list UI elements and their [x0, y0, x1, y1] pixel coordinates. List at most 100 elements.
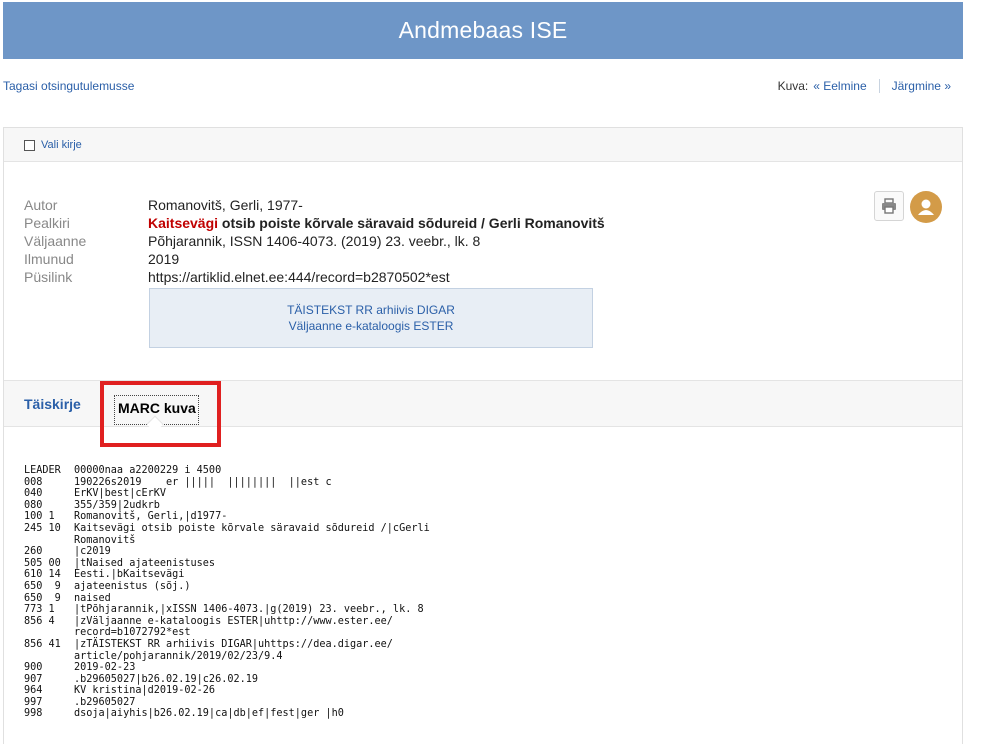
ester-catalog-link[interactable]: Väljaanne e-kataloogis ESTER [289, 318, 454, 334]
marc-value: article/pohjarannik/2019/02/23/9.4 [74, 650, 283, 662]
printer-icon[interactable] [874, 191, 904, 221]
marc-tag: 997 [24, 696, 43, 708]
marc-field: 998 dsoja|aiyhis|b26.02.19|ca|db|ef|fest|… [24, 708, 430, 720]
record-panel: Vali kirje Autor Romanovitš, Gerli, 1977… [3, 127, 963, 744]
marc-tag: 964 [24, 685, 43, 697]
fulltext-digar-link[interactable]: TÄISTEKST RR arhiivis DIGAR [287, 302, 455, 318]
marc-tag: 610 14 [24, 569, 61, 581]
view-tabs: Täiskirje MARC kuva [4, 380, 962, 447]
permalink-link[interactable]: https://artiklid.elnet.ee:444/record=b28… [148, 269, 450, 285]
marc-field: 080 355/359|2udkrb [24, 500, 430, 512]
author-row: Autor Romanovitš, Gerli, 1977- [24, 196, 605, 214]
marc-value: |tPõhjarannik,|xISSN 1406-4073.|g(2019) … [74, 604, 424, 616]
marc-tag [24, 651, 74, 663]
marc-value: ErKV|best|cErKV [74, 488, 167, 500]
select-record-checkbox[interactable] [24, 140, 35, 151]
marc-field: 505 00 |tNaised ajateenistuses [24, 558, 430, 570]
previous-link[interactable]: « Eelmine [813, 79, 866, 93]
marc-value: Romanovitš, Gerli,|d1977- [74, 511, 228, 523]
marc-tag: 245 10 [24, 522, 61, 534]
author-link[interactable]: Romanovitš, Gerli, 1977- [148, 197, 303, 213]
marc-value: |zVäljaanne e-kataloogis ESTER|uhttp://w… [74, 615, 393, 627]
external-links-box: TÄISTEKST RR arhiivis DIGAR Väljaanne e-… [149, 288, 593, 348]
title-rest: otsib poiste kõrvale säravaid sõdureid /… [218, 215, 605, 231]
marc-value: dsoja|aiyhis|b26.02.19|ca|db|ef|fest|ger… [74, 708, 344, 720]
record-title: Kaitsevägi otsib poiste kõrvale säravaid… [148, 215, 605, 231]
permalink-row: Püsilink https://artiklid.elnet.ee:444/r… [24, 268, 605, 286]
marc-tag: 773 1 [24, 604, 55, 616]
marc-tag: 907 [24, 673, 43, 685]
marc-field: 773 1 |tPõhjarannik,|xISSN 1406-4073.|g(2… [24, 604, 430, 616]
published-label: Ilmunud [24, 251, 74, 267]
author-label: Autor [24, 197, 58, 213]
marc-tag [24, 627, 74, 639]
marc-field: Romanovitš [24, 535, 430, 547]
marc-value: 355/359|2udkrb [74, 499, 160, 511]
marc-field: 964 KV kristina|d2019-02-26 [24, 685, 430, 697]
marc-record: LEADER 00000naa a2200229 i 4500 008 190226s… [24, 465, 430, 720]
marc-value: |c2019 [74, 546, 111, 558]
marc-field: 040 ErKV|best|cErKV [24, 488, 430, 500]
header-banner: Andmebaas ISE [3, 2, 963, 59]
source-link[interactable]: Põhjarannik, ISSN 1406-4073. (2019) 23. … [148, 233, 480, 249]
marc-field: 997 .b29605027 [24, 697, 430, 709]
marc-field: 907 .b29605027|b26.02.19|c26.02.19 [24, 674, 430, 686]
title-label: Pealkiri [24, 215, 70, 231]
record-pager: Kuva: « Eelmine Järgmine » [778, 79, 951, 93]
marc-value: 190226s2019 er ||||| |||||||| ||est c [74, 476, 332, 488]
marc-tag: 900 [24, 662, 43, 674]
marc-value: Kaitsevägi otsib poiste kõrvale säravaid… [74, 522, 430, 534]
page-title: Andmebaas ISE [398, 17, 568, 43]
marc-tag: 040 [24, 488, 43, 500]
marc-value: .b29605027 [74, 696, 136, 708]
published-row: Ilmunud 2019 [24, 250, 605, 268]
marc-field: 856 41 |zTÄISTEKST RR arhiivis DIGAR|uhtt… [24, 639, 430, 651]
marc-tag: 856 4 [24, 615, 55, 627]
marc-value: ajateenistus (sõj.) [74, 580, 191, 592]
tab-full-record[interactable]: Täiskirje [24, 396, 81, 412]
marc-tag: 856 41 [24, 638, 61, 650]
marc-tag: 100 1 [24, 511, 55, 523]
title-highlight: Kaitsevägi [148, 215, 219, 231]
published-value: 2019 [148, 251, 180, 267]
user-icon[interactable] [910, 191, 942, 223]
marc-field: record=b1072792*est [24, 627, 430, 639]
marc-value: Eesti.|bKaitsevägi [74, 569, 185, 581]
select-record-label[interactable]: Vali kirje [41, 139, 82, 151]
marc-value: record=b1072792*est [74, 627, 191, 639]
record-details: Autor Romanovitš, Gerli, 1977- Pealkiri … [24, 196, 605, 286]
marc-field: 008 190226s2019 er ||||| |||||||| ||est c [24, 477, 430, 489]
select-bar: Vali kirje [4, 128, 962, 162]
marc-tag: 260 [24, 546, 43, 558]
marc-tag: 998 [24, 708, 43, 720]
marc-field: LEADER 00000naa a2200229 i 4500 [24, 465, 430, 477]
pager-label: Kuva: [777, 79, 809, 93]
next-link[interactable]: Järgmine » [892, 79, 951, 93]
marc-value: 00000naa a2200229 i 4500 [74, 465, 222, 476]
marc-field: 245 10 Kaitsevägi otsib poiste kõrvale sä… [24, 523, 430, 535]
marc-field: 900 2019-02-23 [24, 662, 430, 674]
marc-value: |tNaised ajateenistuses [74, 557, 216, 569]
marc-field: 260 |c2019 [24, 546, 430, 558]
marc-field: 610 14 Eesti.|bKaitsevägi [24, 569, 430, 581]
marc-tag: 650 9 [24, 592, 61, 604]
marc-tag [24, 535, 74, 547]
marc-value: KV kristina|d2019-02-26 [74, 685, 216, 697]
marc-tag: 008 [24, 476, 43, 488]
marc-value: |zTÄISTEKST RR arhiivis DIGAR|uhttps://d… [74, 638, 393, 650]
back-to-results-link[interactable]: Tagasi otsingutulemusse [3, 79, 134, 93]
marc-tag: 505 00 [24, 557, 61, 569]
marc-value: naised [74, 592, 111, 604]
marc-field: 650 9 ajateenistus (sõj.) [24, 581, 430, 593]
marc-tag: LEADER [24, 465, 61, 476]
marc-tag: 650 9 [24, 580, 61, 592]
title-row: Pealkiri Kaitsevägi otsib poiste kõrvale… [24, 214, 605, 232]
pager-divider [878, 79, 880, 93]
marc-field: 100 1 Romanovitš, Gerli,|d1977- [24, 511, 430, 523]
marc-field: article/pohjarannik/2019/02/23/9.4 [24, 651, 430, 663]
marc-value: Romanovitš [74, 534, 136, 546]
marc-tag: 080 [24, 499, 43, 511]
marc-tab-highlight: MARC kuva [100, 381, 221, 447]
marc-field: 650 9 naised [24, 593, 430, 605]
permalink-label: Püsilink [24, 269, 73, 285]
